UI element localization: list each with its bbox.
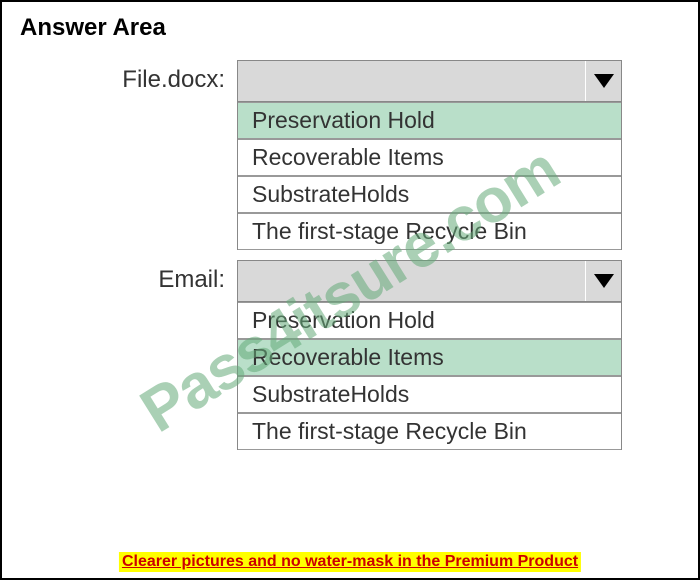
row-email: Email: Preservation Hold Recoverable Ite… xyxy=(2,260,698,450)
chevron-down-icon xyxy=(594,74,614,88)
label-file-docx: File.docx: xyxy=(2,60,237,94)
dropdown-toggle-file-docx[interactable] xyxy=(585,61,621,101)
dropdown-item-recoverable-items[interactable]: Recoverable Items xyxy=(238,339,621,376)
dropdown-item-preservation-hold[interactable]: Preservation Hold xyxy=(238,102,621,139)
dropdown-file-docx: Preservation Hold Recoverable Items Subs… xyxy=(237,60,622,250)
footer-banner: Clearer pictures and no water-mask in th… xyxy=(119,552,581,572)
dropdown-item-first-stage-recycle-bin[interactable]: The first-stage Recycle Bin xyxy=(238,213,621,250)
dropdown-item-first-stage-recycle-bin[interactable]: The first-stage Recycle Bin xyxy=(238,413,621,450)
dropdown-header-email[interactable] xyxy=(237,260,622,302)
dropdown-toggle-email[interactable] xyxy=(585,261,621,301)
label-email: Email: xyxy=(2,260,237,294)
page-title: Answer Area xyxy=(2,2,698,60)
dropdown-list-file-docx: Preservation Hold Recoverable Items Subs… xyxy=(237,102,622,250)
row-file-docx: File.docx: Preservation Hold Recoverable… xyxy=(2,60,698,250)
dropdown-item-recoverable-items[interactable]: Recoverable Items xyxy=(238,139,621,176)
chevron-down-icon xyxy=(594,274,614,288)
dropdown-item-preservation-hold[interactable]: Preservation Hold xyxy=(238,302,621,339)
dropdown-header-file-docx[interactable] xyxy=(237,60,622,102)
spacer xyxy=(2,250,698,260)
dropdown-list-email: Preservation Hold Recoverable Items Subs… xyxy=(237,302,622,450)
dropdown-item-substrateholds[interactable]: SubstrateHolds xyxy=(238,176,621,213)
dropdown-item-substrateholds[interactable]: SubstrateHolds xyxy=(238,376,621,413)
dropdown-email: Preservation Hold Recoverable Items Subs… xyxy=(237,260,622,450)
